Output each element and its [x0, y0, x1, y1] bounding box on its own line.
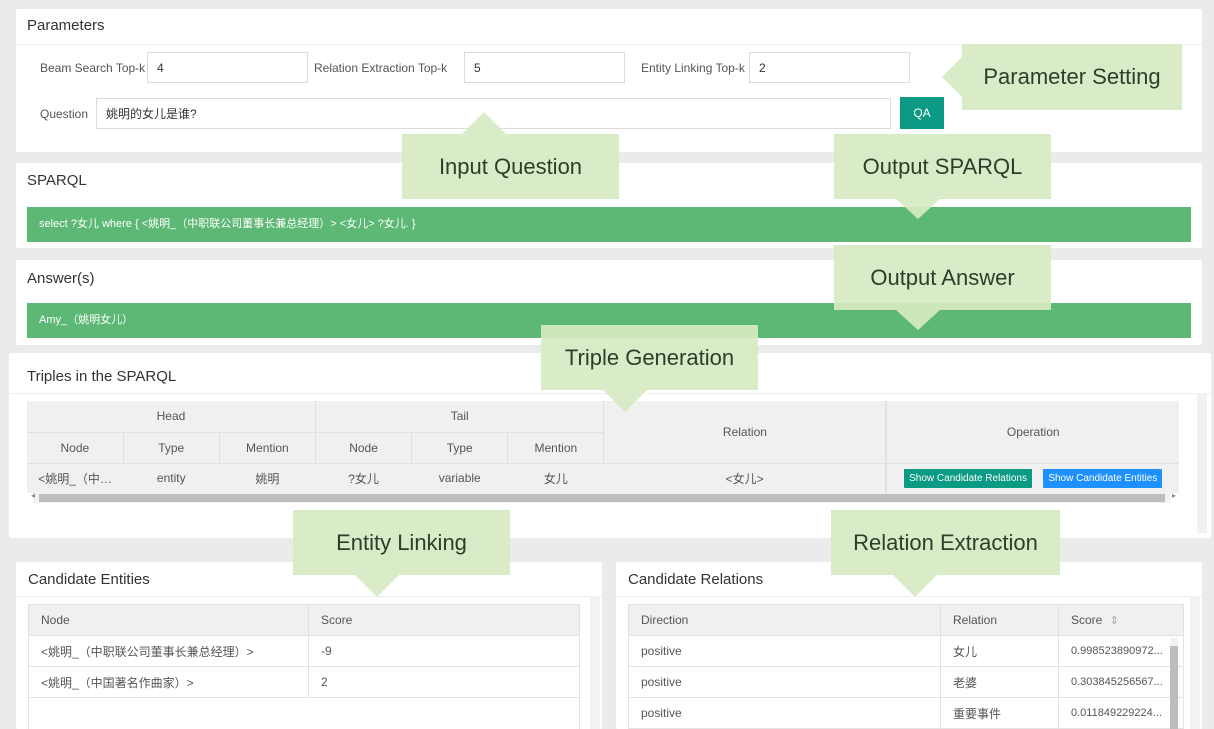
relation-extraction-label: Relation Extraction Top-k: [314, 61, 448, 75]
relation-cell: <女儿>: [603, 463, 888, 493]
candidate-entities-title: Candidate Entities: [28, 571, 150, 588]
operation-header: Operation: [1006, 424, 1060, 439]
callout-arrow: [942, 57, 962, 97]
relation-cell: 老婆: [940, 666, 1059, 698]
tail-node-cell: ?女儿: [348, 471, 379, 486]
table-row[interactable]: <姚明_（中职联公司董事长兼总经理）> -9: [28, 635, 580, 667]
callout-entity-linking: Entity Linking: [293, 510, 510, 575]
callout-output-answer: Output Answer: [834, 245, 1051, 310]
score-cell: 0.011849229224...: [1071, 707, 1162, 719]
tail-type-cell: variable: [438, 471, 481, 486]
head-group-header: Head: [27, 401, 316, 432]
table-row[interactable]: positive 重要事件 0.011849229224...: [628, 697, 1184, 729]
table-horizontal-scrollbar[interactable]: [33, 493, 1171, 503]
tail-node-header: Node: [315, 432, 413, 463]
callout-output-sparql: Output SPARQL: [834, 134, 1051, 199]
entity-linking-label: Entity Linking Top-k: [641, 61, 745, 75]
triples-title: Triples in the SPARQL: [27, 368, 177, 385]
tail-type-header: Type: [411, 432, 509, 463]
score-cell: 0.303845256567...: [1071, 676, 1163, 688]
entities-vertical-scrollbar[interactable]: [590, 596, 600, 729]
table-row[interactable]: positive 女儿 0.998523890972...: [628, 635, 1184, 667]
callout-arrow: [896, 310, 940, 330]
entity-linking-input[interactable]: [749, 52, 910, 83]
beam-search-input[interactable]: [147, 52, 308, 83]
head-node-header: Node: [27, 432, 124, 463]
score-cell: 0.998523890972...: [1071, 645, 1163, 657]
scroll-right-arrow-icon[interactable]: ▸: [1172, 491, 1176, 500]
entity-node-cell: <姚明_（中国著名作曲家）>: [28, 666, 309, 698]
relations-vertical-scrollbar[interactable]: [1190, 596, 1200, 729]
empty-row: [29, 698, 580, 729]
callout-parameter-setting: Parameter Setting: [962, 44, 1182, 110]
head-type-header: Type: [123, 432, 220, 463]
qa-button[interactable]: QA: [900, 97, 944, 129]
callout-input-question: Input Question: [402, 134, 619, 199]
sort-icon[interactable]: ⇕: [1110, 615, 1119, 627]
panel-vertical-scrollbar[interactable]: [1197, 393, 1207, 533]
tail-group-header: Tail: [315, 401, 605, 432]
candidate-relations-table: Direction Relation Score ⇕ positive 女儿 0…: [628, 604, 1184, 729]
question-label: Question: [40, 107, 89, 121]
triples-table: Head Tail Relation Operation Node Type M…: [27, 401, 1179, 493]
sparql-query-bar: select ?女儿 where { <姚明_（中职联公司董事长兼总经理）> <…: [27, 207, 1191, 242]
callout-relation-extraction: Relation Extraction: [831, 510, 1060, 575]
parameters-title: Parameters: [27, 17, 105, 34]
score-header: Score: [321, 613, 353, 627]
relation-extraction-input[interactable]: [464, 52, 625, 83]
relation-header: Relation: [940, 604, 1059, 636]
node-header: Node: [28, 604, 309, 636]
answers-title: Answer(s): [27, 270, 95, 287]
tail-mention-cell: 女儿: [543, 471, 568, 486]
table-row[interactable]: positive 老婆 0.303845256567...: [628, 666, 1184, 698]
entity-node-cell: <姚明_（中职联公司董事长兼总经理）>: [28, 635, 309, 667]
relation-cell: 重要事件: [940, 697, 1059, 729]
scroll-left-arrow-icon[interactable]: ◂: [31, 491, 35, 500]
callout-arrow: [896, 199, 940, 219]
divider: [16, 596, 602, 597]
head-type-cell: entity: [156, 471, 186, 486]
score-header[interactable]: Score ⇕: [1059, 605, 1184, 636]
head-mention-header: Mention: [219, 432, 316, 463]
relation-cell: 女儿: [940, 635, 1059, 667]
callout-arrow: [355, 575, 399, 597]
callout-arrow: [462, 112, 506, 134]
score-header-label: Score: [1071, 613, 1103, 627]
candidate-entities-table: Node Score <姚明_（中职联公司董事长兼总经理）> -9 <姚明_（中…: [28, 604, 580, 729]
head-node-cell: <姚明_（中…: [38, 471, 112, 486]
direction-cell: positive: [628, 697, 941, 729]
direction-cell: positive: [628, 666, 941, 698]
scrollbar-thumb[interactable]: [39, 494, 1165, 502]
beam-search-label: Beam Search Top-k: [40, 61, 146, 75]
direction-cell: positive: [628, 635, 941, 667]
callout-arrow: [893, 575, 937, 597]
head-mention-cell: 姚明: [255, 471, 280, 486]
show-candidate-entities-button[interactable]: Show Candidate Entities: [1043, 468, 1163, 488]
show-candidate-relations-button[interactable]: Show Candidate Relations: [904, 468, 1032, 488]
table-row[interactable]: <姚明_（中国著名作曲家）> 2: [28, 666, 580, 698]
candidate-relations-title: Candidate Relations: [628, 571, 764, 588]
relations-table-scrollbar[interactable]: [1170, 638, 1178, 729]
direction-header: Direction: [628, 604, 941, 636]
scrollbar-thumb[interactable]: [1170, 646, 1178, 729]
entity-score-cell: 2: [321, 675, 328, 689]
sparql-title: SPARQL: [27, 172, 87, 189]
tail-mention-header: Mention: [507, 432, 605, 463]
entity-score-cell: -9: [321, 644, 332, 658]
candidate-entities-panel: Candidate Entities Node Score <姚明_（中职联公司…: [16, 562, 602, 729]
callout-triple-generation: Triple Generation: [541, 325, 758, 390]
callout-arrow: [603, 390, 647, 412]
table-row: <姚明_（中… entity 姚明 ?女儿 variable 女儿 <女儿> S…: [27, 463, 1179, 493]
operation-cell: Show Candidate Relations Show Candidate …: [886, 463, 1179, 493]
